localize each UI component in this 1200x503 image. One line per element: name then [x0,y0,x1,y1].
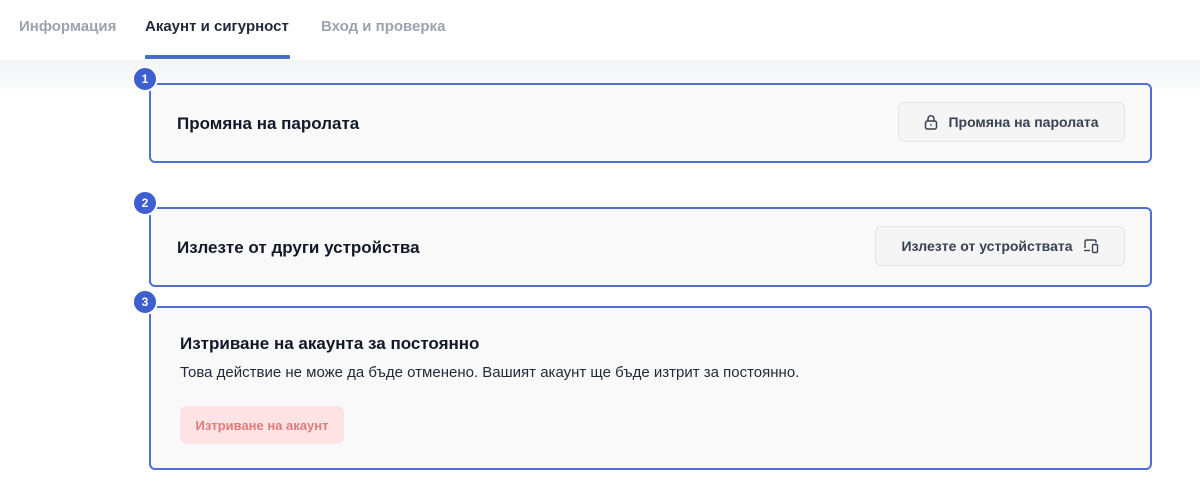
devices-icon [1083,238,1099,254]
change-password-section: Промяна на паролата Промяна на паролата [149,83,1152,163]
tab-login-verification[interactable]: Вход и проверка [321,18,445,35]
step-badge-3: 3 [132,289,158,315]
change-password-title: Промяна на паролата [177,114,360,133]
delete-account-title: Изтриване на акаунта за постоянно [180,334,480,353]
logout-devices-button[interactable]: Излезте от устройствата [875,226,1125,266]
logout-devices-title: Излезте от други устройства [177,238,420,257]
delete-account-section: Изтриване на акаунта за постоянно Това д… [149,306,1152,470]
tab-bar: Информация Акаунт и сигурност Вход и про… [0,0,1200,60]
change-password-button[interactable]: Промяна на паролата [898,102,1125,142]
change-password-button-label: Промяна на паролата [948,114,1099,130]
lock-icon [924,114,938,130]
step-badge-2: 2 [132,190,158,216]
logout-devices-section: Излезте от други устройства Излезте от у… [149,207,1152,287]
tab-account-security[interactable]: Акаунт и сигурност [145,18,289,35]
delete-account-description: Това действие не може да бъде отменено. … [180,364,800,381]
delete-account-button[interactable]: Изтриване на акаунт [180,406,344,444]
tab-information[interactable]: Информация [19,18,116,35]
active-tab-indicator [145,55,290,59]
logout-devices-button-label: Излезте от устройствата [901,238,1073,254]
step-badge-1: 1 [132,66,158,92]
